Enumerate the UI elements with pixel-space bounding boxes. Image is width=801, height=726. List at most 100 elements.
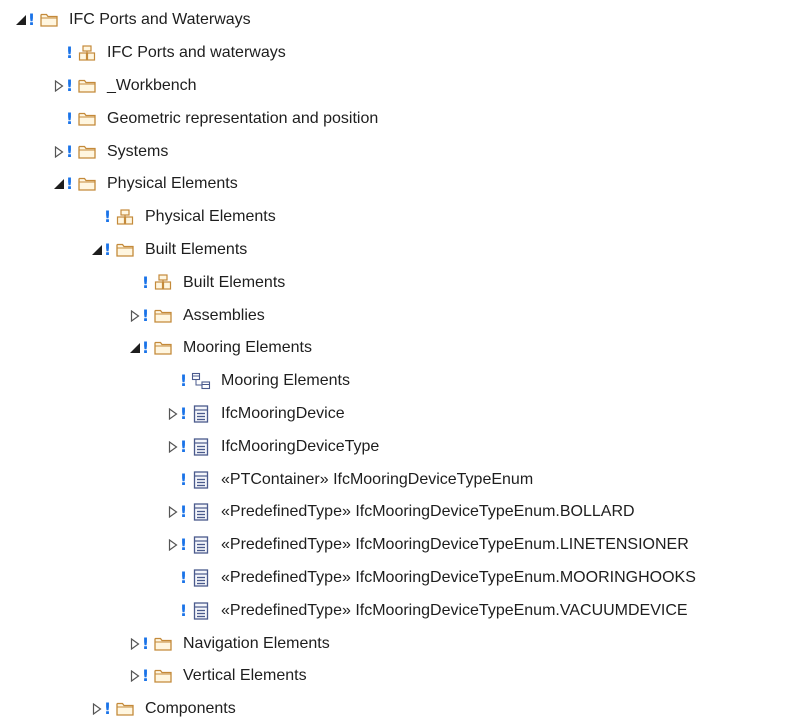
tree-row[interactable]: ! «PredefinedType» IfcMooringDeviceTypeEn… xyxy=(0,562,801,595)
tree-row[interactable]: ! Assemblies xyxy=(0,299,801,332)
package-diagram-icon xyxy=(153,274,173,292)
toggle-spacer xyxy=(52,112,65,126)
tree-item-label: Mooring Elements xyxy=(221,372,350,390)
status-marker-icon: ! xyxy=(103,207,112,227)
tree-item-label: IfcMooringDeviceType xyxy=(221,437,380,455)
folder-icon xyxy=(39,11,59,29)
tree-row[interactable]: ! Physical Elements xyxy=(0,168,801,201)
tree-row[interactable]: ! IfcMooringDevice xyxy=(0,398,801,431)
tree-item-label: Built Elements xyxy=(145,240,248,258)
tree-row[interactable]: ! «PredefinedType» IfcMooringDeviceTypeEn… xyxy=(0,496,801,529)
tree-row[interactable]: ! «PredefinedType» IfcMooringDeviceTypeEn… xyxy=(0,594,801,627)
class-icon xyxy=(191,569,211,587)
folder-icon xyxy=(153,339,173,357)
tree-row[interactable]: ! «PredefinedType» IfcMooringDeviceTypeEn… xyxy=(0,529,801,562)
class-icon xyxy=(191,536,211,554)
tree-row[interactable]: ! Components xyxy=(0,693,801,726)
collapse-arrow-icon[interactable] xyxy=(128,341,141,355)
tree-item-label: Mooring Elements xyxy=(183,339,312,357)
tree-item-label: _Workbench xyxy=(107,76,197,94)
tree-row[interactable]: ! Vertical Elements xyxy=(0,660,801,693)
toggle-spacer xyxy=(166,604,179,618)
folder-icon xyxy=(77,110,97,128)
folder-icon xyxy=(77,143,97,161)
tree-row[interactable]: ! Mooring Elements xyxy=(0,332,801,365)
expand-arrow-icon[interactable] xyxy=(128,669,141,683)
collapse-arrow-icon[interactable] xyxy=(14,13,27,27)
tree-row[interactable]: ! Navigation Elements xyxy=(0,627,801,660)
status-marker-icon: ! xyxy=(141,633,150,653)
expand-arrow-icon[interactable] xyxy=(52,79,65,93)
class-icon xyxy=(191,470,211,489)
collapse-arrow-icon[interactable] xyxy=(52,177,65,191)
class-icon xyxy=(191,405,211,423)
expand-arrow-icon[interactable] xyxy=(128,309,141,323)
expand-arrow-icon[interactable] xyxy=(166,538,179,552)
tree-item-label: IFC Ports and Waterways xyxy=(69,11,251,29)
tree-item-label: Physical Elements xyxy=(107,175,238,193)
expand-arrow-icon[interactable] xyxy=(128,637,141,651)
toggle-spacer xyxy=(166,473,179,487)
tree-item-label: Systems xyxy=(107,142,169,160)
tree-item-label: «PredefinedType» IfcMooringDeviceTypeEnu… xyxy=(221,503,635,521)
expand-arrow-icon[interactable] xyxy=(166,505,179,519)
status-marker-icon: ! xyxy=(179,403,188,423)
tree-item-label: IfcMooringDevice xyxy=(221,404,345,422)
status-marker-icon: ! xyxy=(179,469,188,489)
folder-icon xyxy=(153,667,173,685)
toggle-spacer xyxy=(90,210,103,224)
tree-item-label: Vertical Elements xyxy=(183,667,307,685)
project-browser-tree: ! IFC Ports and Waterways! IFC Ports and w… xyxy=(0,4,801,726)
package-diagram-icon xyxy=(115,208,135,226)
tree-item-label: «PTContainer» IfcMooringDeviceTypeEnum xyxy=(221,470,534,488)
package-diagram-icon xyxy=(77,44,97,62)
folder-icon xyxy=(77,77,97,95)
tree-row[interactable]: ! _Workbench xyxy=(0,70,801,103)
status-marker-icon: ! xyxy=(65,174,74,194)
status-marker-icon: ! xyxy=(179,600,188,620)
status-marker-icon: ! xyxy=(179,567,188,587)
expand-arrow-icon[interactable] xyxy=(166,407,179,421)
tree-row[interactable]: ! Physical Elements xyxy=(0,201,801,234)
status-marker-icon: ! xyxy=(141,272,150,292)
status-marker-icon: ! xyxy=(65,75,74,95)
tree-item-label: Components xyxy=(145,700,236,718)
status-marker-icon: ! xyxy=(103,239,112,259)
expand-arrow-icon[interactable] xyxy=(52,145,65,159)
toggle-spacer xyxy=(166,571,179,585)
status-marker-icon: ! xyxy=(65,108,74,128)
status-marker-icon: ! xyxy=(65,43,74,63)
tree-row[interactable]: ! IFC Ports and waterways xyxy=(0,37,801,70)
status-marker-icon: ! xyxy=(141,305,150,325)
status-marker-icon: ! xyxy=(27,10,36,30)
tree-row[interactable]: ! Geometric representation and position xyxy=(0,102,801,135)
tree-item-label: «PredefinedType» IfcMooringDeviceTypeEnu… xyxy=(221,536,689,554)
toggle-spacer xyxy=(166,374,179,388)
tree-item-label: Navigation Elements xyxy=(183,634,330,652)
status-marker-icon: ! xyxy=(141,666,150,686)
tree-item-label: «PredefinedType» IfcMooringDeviceTypeEnu… xyxy=(221,568,696,586)
expand-arrow-icon[interactable] xyxy=(166,440,179,454)
status-marker-icon: ! xyxy=(179,436,188,456)
folder-icon xyxy=(115,700,135,718)
tree-item-label: Built Elements xyxy=(183,273,286,291)
status-marker-icon: ! xyxy=(103,699,112,719)
folder-icon xyxy=(153,307,173,325)
tree-item-label: Physical Elements xyxy=(145,208,276,226)
tree-row[interactable]: ! Mooring Elements xyxy=(0,365,801,398)
class-diagram-icon xyxy=(191,372,211,390)
class-icon xyxy=(191,602,211,620)
tree-row[interactable]: ! IfcMooringDeviceType xyxy=(0,430,801,463)
status-marker-icon: ! xyxy=(179,502,188,522)
class-icon xyxy=(191,438,211,456)
folder-icon xyxy=(153,635,173,653)
tree-row[interactable]: ! Built Elements xyxy=(0,234,801,267)
tree-item-label: IFC Ports and waterways xyxy=(107,44,286,62)
tree-row[interactable]: ! IFC Ports and Waterways xyxy=(0,4,801,37)
tree-row[interactable]: ! Built Elements xyxy=(0,266,801,299)
collapse-arrow-icon[interactable] xyxy=(90,243,103,257)
expand-arrow-icon[interactable] xyxy=(90,702,103,716)
status-marker-icon: ! xyxy=(65,141,74,161)
tree-row[interactable]: ! Systems xyxy=(0,135,801,168)
tree-row[interactable]: ! «PTContainer» IfcMooringDeviceTypeEnum xyxy=(0,463,801,496)
